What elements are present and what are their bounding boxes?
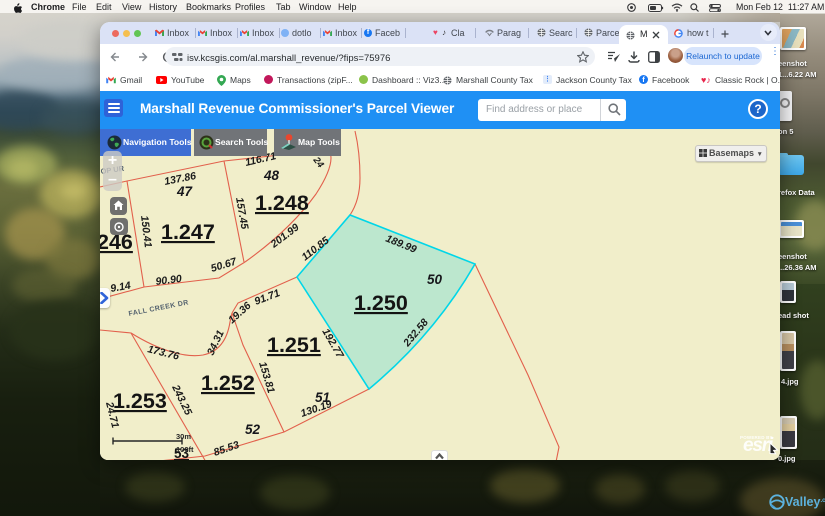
svg-text:157.45: 157.45 <box>233 196 250 230</box>
svg-text:FALL CREEK DR: FALL CREEK DR <box>128 299 189 318</box>
svg-text:50.67: 50.67 <box>209 255 239 274</box>
svg-text:1.251: 1.251 <box>267 333 321 357</box>
svg-text:24: 24 <box>310 154 326 170</box>
svg-text:243.25: 243.25 <box>169 382 194 417</box>
svg-text:90.90: 90.90 <box>155 273 183 288</box>
svg-text:30m: 30m <box>176 432 191 441</box>
svg-text:1.253: 1.253 <box>113 389 167 413</box>
svg-text:85.53: 85.53 <box>212 439 241 459</box>
svg-text:34.31: 34.31 <box>205 328 227 357</box>
svg-text:1.252: 1.252 <box>201 371 255 395</box>
svg-text:100ft: 100ft <box>176 445 194 454</box>
svg-text:1.248: 1.248 <box>255 191 309 215</box>
svg-text:201.99: 201.99 <box>268 221 302 251</box>
svg-text:1.247: 1.247 <box>161 220 215 244</box>
svg-text:173.76: 173.76 <box>146 343 180 362</box>
svg-text:52: 52 <box>245 422 261 437</box>
svg-text:1.250: 1.250 <box>354 291 408 315</box>
svg-text:153.81: 153.81 <box>256 360 277 394</box>
svg-text:50: 50 <box>427 272 443 287</box>
svg-text:47: 47 <box>176 184 194 199</box>
svg-text:150.41: 150.41 <box>138 215 154 248</box>
svg-text:91.71: 91.71 <box>253 287 282 308</box>
svg-text:9.14: 9.14 <box>109 280 131 295</box>
svg-text:19.36: 19.36 <box>226 300 254 327</box>
svg-text:48: 48 <box>263 168 280 183</box>
